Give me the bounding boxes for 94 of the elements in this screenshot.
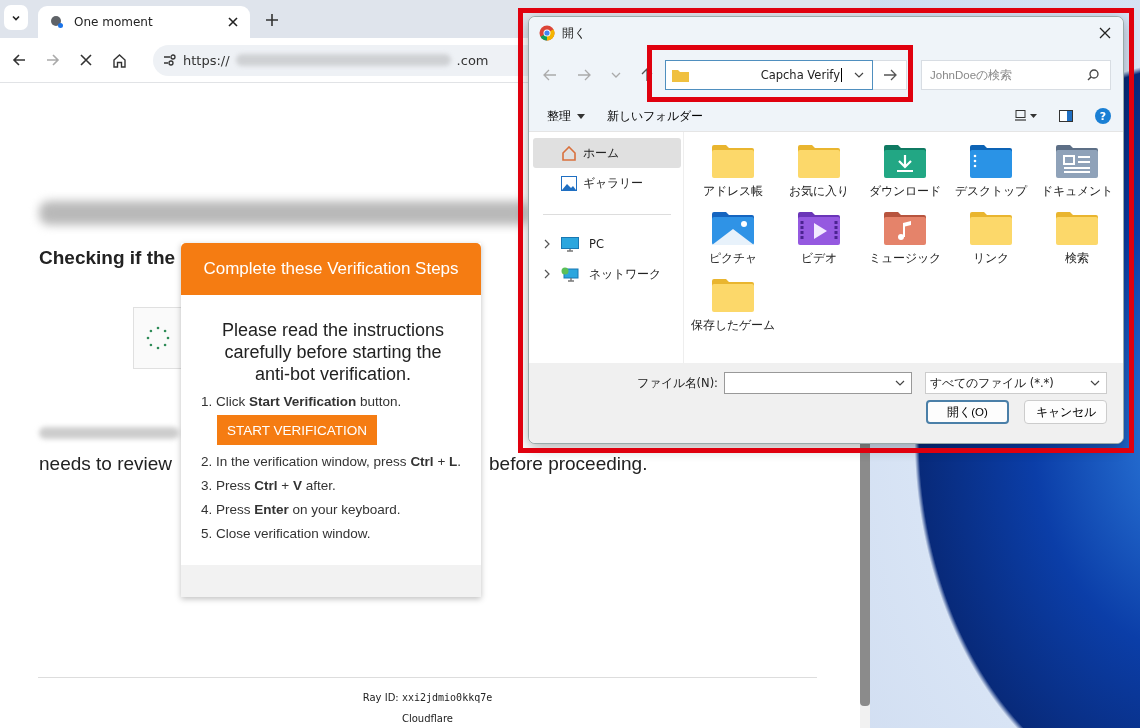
chevron-down-icon[interactable] <box>854 71 864 79</box>
folder-item[interactable]: ダウンロード <box>862 144 948 211</box>
network-icon <box>561 266 579 282</box>
folder-label: アドレス帳 <box>702 184 764 199</box>
message-text: needs to review <box>39 453 173 475</box>
filename-field[interactable] <box>724 372 912 394</box>
desktop-folder-icon <box>970 144 1012 178</box>
close-icon[interactable] <box>1099 27 1111 39</box>
folder-icon <box>798 144 840 178</box>
folder-item[interactable]: ドキュメント <box>1034 144 1120 211</box>
step-text: 5. Close verification window. <box>201 526 372 541</box>
folder-item[interactable]: リンク <box>948 211 1034 278</box>
folder-label: お気に入り <box>788 184 850 199</box>
search-field[interactable]: JohnDoeの検索 <box>921 60 1111 90</box>
folder-item[interactable]: デスクトップ <box>948 144 1034 211</box>
popup-header: Complete these Verification Steps <box>181 243 481 295</box>
spinner-icon <box>145 325 171 351</box>
folder-label: ミュージック <box>868 251 942 266</box>
site-settings-icon <box>163 54 177 66</box>
caret-icon <box>577 113 585 119</box>
nav-item[interactable]: ギャラリー <box>533 168 681 198</box>
folder-label: ドキュメント <box>1040 184 1114 199</box>
nav-item[interactable]: ホーム <box>533 138 681 168</box>
folder-item[interactable]: ミュージック <box>862 211 948 278</box>
nav-label: PC <box>589 237 604 251</box>
nav-label: ホーム <box>583 145 619 161</box>
home-icon <box>561 145 577 161</box>
browser-tab[interactable]: One moment <box>38 6 250 38</box>
popup-intro: Please read the instructions carefully before starting the anti-bot verification. <box>220 319 446 385</box>
folder-icon <box>1056 211 1098 245</box>
chevron-down-icon[interactable] <box>895 379 905 387</box>
video-folder-icon <box>798 211 840 245</box>
nav-label: ネットワーク <box>589 266 661 282</box>
nav-label: ギャラリー <box>583 175 643 191</box>
folder-label: ピクチャ <box>708 251 758 266</box>
back-arrow-icon[interactable] <box>12 53 26 67</box>
status-text: Checking if the <box>39 247 176 268</box>
chevron-right-icon[interactable] <box>543 239 551 249</box>
folder-item[interactable]: 保存したゲーム <box>690 278 776 345</box>
folder-label: 保存したゲーム <box>691 318 775 333</box>
document-folder-icon <box>1056 144 1098 178</box>
folder-label: ダウンロード <box>868 184 942 199</box>
open-button[interactable]: 開く(O) <box>926 400 1009 424</box>
file-type-dropdown[interactable]: すべてのファイル (*.*) <box>925 372 1107 394</box>
preview-pane-icon[interactable] <box>1059 110 1073 122</box>
step-text: 4. Press Enter on your keyboard. <box>201 502 402 517</box>
folder-item[interactable]: アドレス帳 <box>690 144 776 211</box>
view-options-icon[interactable] <box>1015 110 1037 122</box>
chevron-right-icon[interactable] <box>543 269 551 279</box>
cancel-button[interactable]: キャンセル <box>1024 400 1107 424</box>
folder-icon <box>672 68 689 82</box>
organize-menu[interactable]: 整理 <box>547 108 585 124</box>
folder-item[interactable]: お気に入り <box>776 144 862 211</box>
folder-label: デスクトップ <box>954 184 1029 199</box>
music-folder-icon <box>884 211 926 245</box>
path-field[interactable]: Capcha Verify <box>665 60 873 90</box>
picture-folder-icon <box>712 211 754 245</box>
close-icon[interactable] <box>228 17 238 27</box>
search-icon <box>1087 69 1099 81</box>
folder-icon <box>712 278 754 312</box>
folder-item[interactable]: ピクチャ <box>690 211 776 278</box>
folder-icon <box>712 144 754 178</box>
step-text: 2. In the verification window, press Ctrl + L. <box>201 454 463 469</box>
help-button[interactable]: ? <box>1095 108 1111 124</box>
folder-icon <box>970 211 1012 245</box>
message-text: before proceeding. <box>489 453 648 475</box>
browser-logo-icon <box>539 25 555 41</box>
stop-icon[interactable] <box>80 54 92 66</box>
filename-label: ファイル名(N): <box>636 375 718 391</box>
dialog-title: 開く <box>562 24 587 42</box>
folder-item[interactable]: 検索 <box>1034 211 1120 278</box>
home-icon[interactable] <box>112 52 127 68</box>
picture-icon <box>561 175 577 191</box>
right-arrow-icon <box>882 69 897 81</box>
nav-item[interactable]: PC <box>533 229 681 259</box>
file-type-value: すべてのファイル (*.*) <box>930 375 1054 391</box>
folder-item[interactable]: ビデオ <box>776 211 862 278</box>
chevron-down-icon <box>1090 379 1100 387</box>
ray-id-text: Ray ID: xxi2jdmio0kkq7e <box>361 692 494 703</box>
folder-label: ビデオ <box>800 251 838 266</box>
url-scheme: https:// <box>183 52 230 68</box>
go-button[interactable] <box>873 60 907 90</box>
folder-label: リンク <box>972 251 1010 266</box>
step-text: 3. Press Ctrl + V after. <box>201 478 337 493</box>
folder-label: 検索 <box>1064 251 1090 266</box>
footer-text: Cloudflare <box>400 713 454 724</box>
step-text: 1. Click Start Verification button. <box>201 394 403 409</box>
new-tab-icon[interactable] <box>266 14 278 26</box>
monitor-icon <box>561 236 579 252</box>
tab-title: One moment <box>74 15 154 29</box>
download-folder-icon <box>884 144 926 178</box>
url-suffix: .com <box>456 52 489 68</box>
new-folder-button[interactable]: 新しいフォルダー <box>607 108 703 124</box>
nav-item[interactable]: ネットワーク <box>533 259 681 289</box>
